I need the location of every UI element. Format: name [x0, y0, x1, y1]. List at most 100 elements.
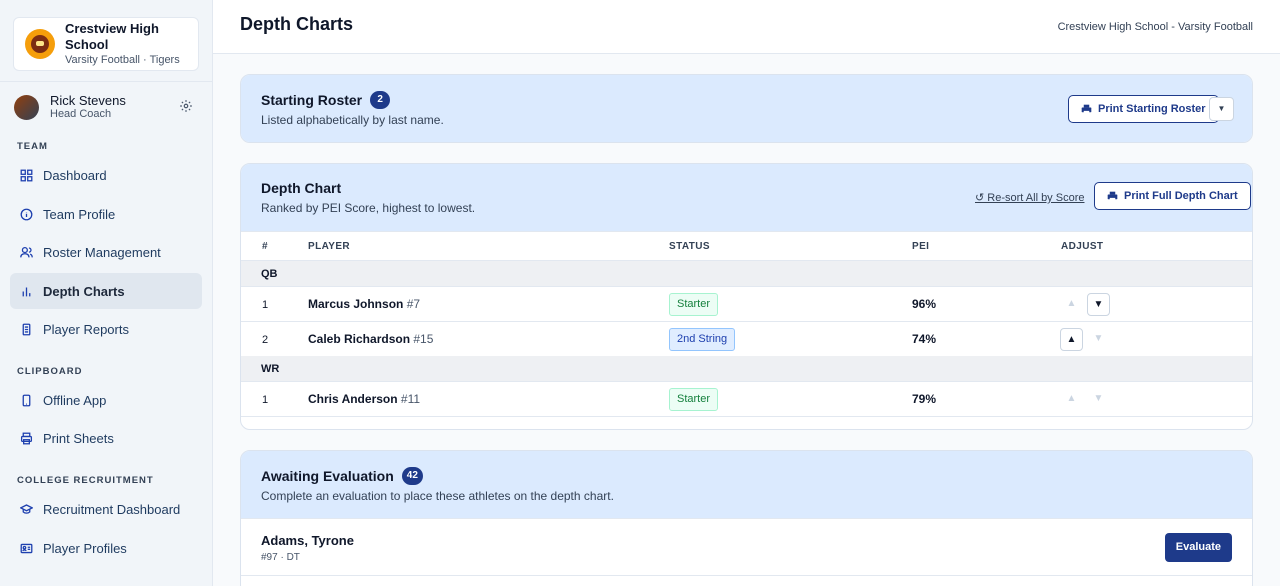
move-down-button[interactable]: ▼ [1087, 388, 1110, 411]
column-rank: # [262, 241, 268, 252]
position-group-qb: QB [241, 261, 1252, 287]
table-header: # PLAYER STATUS PEI ADJUST [241, 231, 1252, 261]
awaiting-evaluation-title-text: Awaiting Evaluation [261, 468, 394, 484]
sidebar-item-label: Offline App [43, 392, 107, 408]
sidebar-item-player-reports[interactable]: Player Reports [10, 311, 202, 347]
avatar [14, 94, 39, 120]
tiger-logo-icon [25, 29, 55, 59]
table-row: 1 Marcus Johnson #7 Starter 96% ▲ ▼ [241, 287, 1252, 322]
sidebar-item-label: Player Profiles [43, 540, 127, 556]
move-down-button[interactable]: ▼ [1087, 293, 1110, 316]
user-name: Rick Stevens [50, 93, 126, 108]
print-options-dropdown[interactable]: ▼ [1209, 97, 1234, 121]
sidebar-item-depth-charts[interactable]: Depth Charts [10, 273, 202, 309]
print-full-depth-chart-button[interactable]: Print Full Depth Chart [1094, 182, 1251, 210]
move-down-button[interactable]: ▼ [1087, 328, 1110, 351]
id-card-icon [20, 543, 33, 553]
sidebar-item-label: Print Sheets [43, 430, 114, 446]
user-role: Head Coach [50, 108, 112, 120]
print-starting-roster-label: Print Starting Roster [1098, 103, 1206, 115]
athlete-meta: #97 · DT [261, 552, 300, 563]
starting-roster-title-text: Starting Roster [261, 92, 363, 108]
table-row: 1 Chris Anderson #11 Starter 79% ▲ ▼ [241, 382, 1252, 417]
sidebar-item-player-profiles[interactable]: Player Profiles [10, 530, 202, 566]
info-icon [20, 208, 33, 220]
move-up-button[interactable]: ▲ [1060, 328, 1083, 351]
sidebar-item-label: Depth Charts [43, 283, 125, 299]
player-name[interactable]: Marcus Johnson #7 [308, 297, 420, 311]
position-group-wr: WR [241, 356, 1252, 382]
player-number: #11 [400, 392, 421, 406]
phone-icon [22, 394, 31, 406]
sidebar-item-recruitment-dashboard[interactable]: Recruitment Dashboard [10, 491, 202, 527]
bar-chart-icon [22, 286, 31, 296]
resort-by-score-link[interactable]: ↺ Re-sort All by Score [975, 191, 1084, 204]
users-icon [20, 246, 33, 257]
starting-roster-card: Starting Roster 2 Listed alphabetically … [240, 74, 1253, 143]
move-up-button[interactable]: ▲ [1060, 388, 1083, 411]
sidebar-item-label: Player Reports [43, 321, 129, 337]
pei-score: 96% [912, 297, 937, 311]
awaiting-evaluation-card: Awaiting Evaluation 42 Complete an evalu… [240, 450, 1253, 586]
position-label: QB [261, 268, 278, 280]
pei-score: 74% [912, 332, 937, 346]
player-number: #15 [413, 332, 434, 346]
starting-roster-title: Starting Roster 2 [261, 91, 391, 109]
print-starting-roster-button[interactable]: Print Starting Roster [1068, 95, 1219, 123]
sidebar-item-dashboard[interactable]: Dashboard [10, 157, 202, 193]
player-name-text: Caleb Richardson [308, 332, 411, 346]
depth-chart-card: Depth Chart Ranked by PEI Score, highest… [240, 163, 1253, 430]
printer-icon [1081, 104, 1092, 114]
sidebar-item-team-profile[interactable]: Team Profile [10, 196, 202, 232]
graduation-cap-icon [20, 503, 33, 514]
sidebar: Crestview High School Varsity Football ·… [0, 0, 213, 586]
column-status: STATUS [669, 241, 710, 252]
section-team: TEAM [17, 141, 48, 152]
player-number: #7 [406, 297, 421, 311]
depth-chart-title: Depth Chart [261, 180, 342, 196]
player-name-text: Marcus Johnson [308, 297, 404, 311]
position-label: WR [261, 363, 280, 375]
sidebar-item-print-sheets[interactable]: Print Sheets [10, 420, 202, 456]
table-row: 2 Caleb Richardson #15 2nd String 74% ▲ … [241, 322, 1252, 357]
status-badge: Starter [669, 293, 719, 316]
starting-roster-header: Starting Roster 2 Listed alphabetically … [241, 75, 1252, 142]
list-item: Adams, Tyrone #97 · DT Evaluate [241, 518, 1252, 576]
school-subtitle: Varsity Football · Tigers [65, 54, 180, 66]
status-badge: Starter [669, 388, 719, 411]
sidebar-item-label: Roster Management [43, 244, 161, 260]
sidebar-item-label: Recruitment Dashboard [43, 501, 181, 517]
athlete-name: Adams, Tyrone [261, 533, 354, 548]
sidebar-item-roster-management[interactable]: Roster Management [10, 234, 202, 270]
starting-roster-subtitle: Listed alphabetically by last name. [261, 113, 444, 127]
pei-score: 79% [912, 392, 937, 406]
column-player: PLAYER [308, 241, 351, 252]
page-header: Depth Charts Crestview High School - Var… [213, 0, 1280, 54]
column-pei: PEI [912, 241, 930, 252]
player-rank: 1 [262, 394, 269, 406]
player-rank: 2 [262, 334, 269, 346]
printer-icon [20, 432, 33, 444]
status-badge: 2nd String [669, 328, 736, 351]
player-name[interactable]: Caleb Richardson #15 [308, 332, 433, 346]
awaiting-evaluation-header: Awaiting Evaluation 42 Complete an evalu… [241, 451, 1252, 518]
awaiting-count-badge: 42 [401, 467, 423, 485]
page-title: Depth Charts [240, 14, 354, 34]
print-full-depth-chart-label: Print Full Depth Chart [1124, 190, 1238, 202]
school-card[interactable]: Crestview High School Varsity Football ·… [13, 17, 199, 71]
user-profile: Rick Stevens Head Coach [14, 93, 199, 121]
starting-roster-count-badge: 2 [370, 91, 391, 109]
player-name[interactable]: Chris Anderson #11 [308, 392, 420, 406]
sidebar-item-offline-app[interactable]: Offline App [10, 382, 202, 418]
sidebar-item-label: Dashboard [43, 167, 107, 183]
depth-chart-subtitle: Ranked by PEI Score, highest to lowest. [261, 201, 476, 215]
move-up-button[interactable]: ▲ [1060, 293, 1083, 316]
section-clipboard: CLIPBOARD [17, 366, 83, 377]
awaiting-evaluation-subtitle: Complete an evaluation to place these at… [261, 489, 614, 503]
report-icon [22, 323, 31, 335]
header-context: Crestview High School - Varsity Football [1057, 21, 1253, 33]
evaluate-button[interactable]: Evaluate [1164, 533, 1232, 562]
sidebar-item-label: Team Profile [43, 206, 116, 222]
player-rank: 1 [262, 299, 269, 311]
gear-icon[interactable] [179, 99, 193, 113]
